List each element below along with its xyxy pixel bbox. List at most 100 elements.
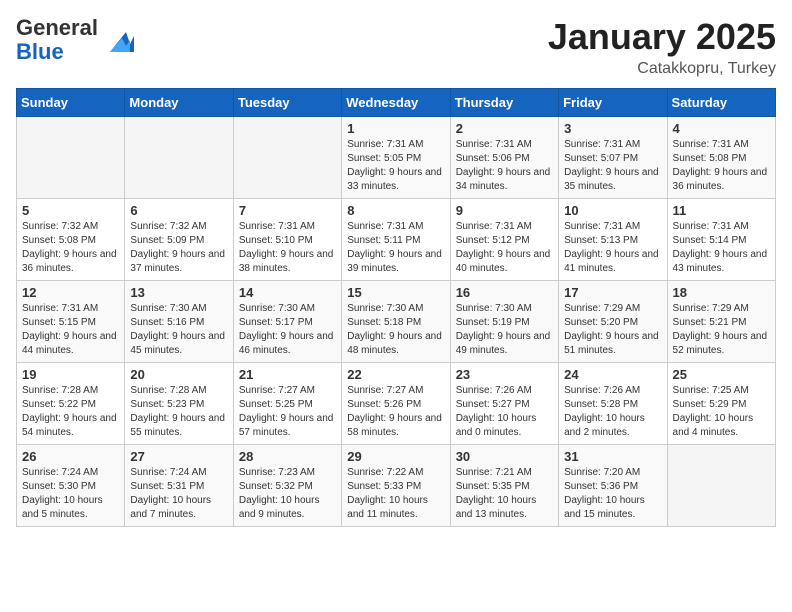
cell-info: Sunrise: 7:32 AM Sunset: 5:08 PM Dayligh… <box>22 220 119 276</box>
logo-blue: Blue <box>16 39 64 64</box>
title-block: January 2025 Catakkopru, Turkey <box>548 16 776 78</box>
day-number: 23 <box>456 367 553 382</box>
day-number: 2 <box>456 121 553 136</box>
calendar-cell: 15 Sunrise: 7:30 AM Sunset: 5:18 PM Dayli… <box>342 281 450 363</box>
calendar-cell <box>17 117 125 199</box>
calendar-cell: 26Sunrise: 7:24 AM Sunset: 5:30 PM Dayli… <box>17 445 125 527</box>
day-number: 1 <box>347 121 444 136</box>
cell-info: Sunrise: 7:31 AM Sunset: 5:06 PM Dayligh… <box>456 138 553 194</box>
day-number: 29 <box>347 449 444 464</box>
day-number: 4 <box>673 121 770 136</box>
calendar-cell: 31 Sunrise: 7:20 AM Sunset: 5:36 PM Dayli… <box>559 445 667 527</box>
day-number: 30 <box>456 449 553 464</box>
calendar-cell: 1 Sunrise: 7:31 AM Sunset: 5:05 PM Daylig… <box>342 117 450 199</box>
day-number: 11 <box>673 203 770 218</box>
calendar-cell: 22 Sunrise: 7:27 AM Sunset: 5:26 PM Dayli… <box>342 363 450 445</box>
weekday-header: Tuesday <box>233 89 341 117</box>
weekday-header: Wednesday <box>342 89 450 117</box>
weekday-header: Thursday <box>450 89 558 117</box>
page-header: General Blue January 2025 Catakkopru, Tu… <box>16 16 776 78</box>
calendar-cell: 13 Sunrise: 7:30 AM Sunset: 5:16 PM Dayli… <box>125 281 233 363</box>
calendar-body: 1 Sunrise: 7:31 AM Sunset: 5:05 PM Daylig… <box>17 117 776 527</box>
cell-info: Sunrise: 7:32 AM Sunset: 5:09 PM Dayligh… <box>130 220 227 276</box>
cell-info: Sunrise: 7:27 AM Sunset: 5:26 PM Dayligh… <box>347 384 444 440</box>
cell-info: Sunrise: 7:30 AM Sunset: 5:17 PM Dayligh… <box>239 302 336 358</box>
cell-info: Sunrise: 7:28 AM Sunset: 5:23 PM Dayligh… <box>130 384 227 440</box>
calendar-week-row: 26Sunrise: 7:24 AM Sunset: 5:30 PM Dayli… <box>17 445 776 527</box>
calendar-cell <box>667 445 775 527</box>
day-number: 7 <box>239 203 336 218</box>
cell-info: Sunrise: 7:31 AM Sunset: 5:14 PM Dayligh… <box>673 220 770 276</box>
calendar-cell: 29Sunrise: 7:22 AM Sunset: 5:33 PM Dayli… <box>342 445 450 527</box>
cell-info: Sunrise: 7:25 AM Sunset: 5:29 PM Dayligh… <box>673 384 770 440</box>
cell-info: Sunrise: 7:29 AM Sunset: 5:21 PM Dayligh… <box>673 302 770 358</box>
calendar-cell: 6 Sunrise: 7:32 AM Sunset: 5:09 PM Daylig… <box>125 199 233 281</box>
cell-info: Sunrise: 7:30 AM Sunset: 5:16 PM Dayligh… <box>130 302 227 358</box>
cell-info: Sunrise: 7:31 AM Sunset: 5:05 PM Dayligh… <box>347 138 444 194</box>
cell-info: Sunrise: 7:24 AM Sunset: 5:31 PM Dayligh… <box>130 466 227 522</box>
calendar-header: SundayMondayTuesdayWednesdayThursdayFrid… <box>17 89 776 117</box>
cell-info: Sunrise: 7:31 AM Sunset: 5:13 PM Dayligh… <box>564 220 661 276</box>
day-number: 18 <box>673 285 770 300</box>
day-number: 13 <box>130 285 227 300</box>
weekday-header: Monday <box>125 89 233 117</box>
calendar-cell <box>125 117 233 199</box>
logo: General Blue <box>16 16 134 64</box>
calendar-cell: 30Sunrise: 7:21 AM Sunset: 5:35 PM Dayli… <box>450 445 558 527</box>
calendar-cell: 27 Sunrise: 7:24 AM Sunset: 5:31 PM Dayli… <box>125 445 233 527</box>
calendar-cell: 28 Sunrise: 7:23 AM Sunset: 5:32 PM Dayli… <box>233 445 341 527</box>
cell-info: Sunrise: 7:31 AM Sunset: 5:10 PM Dayligh… <box>239 220 336 276</box>
day-number: 12 <box>22 285 119 300</box>
day-number: 22 <box>347 367 444 382</box>
calendar-cell: 20Sunrise: 7:28 AM Sunset: 5:23 PM Dayli… <box>125 363 233 445</box>
calendar-cell: 23Sunrise: 7:26 AM Sunset: 5:27 PM Dayli… <box>450 363 558 445</box>
weekday-header: Sunday <box>17 89 125 117</box>
day-number: 10 <box>564 203 661 218</box>
calendar-cell: 11 Sunrise: 7:31 AM Sunset: 5:14 PM Dayli… <box>667 199 775 281</box>
calendar-cell: 16Sunrise: 7:30 AM Sunset: 5:19 PM Dayli… <box>450 281 558 363</box>
calendar-cell: 4 Sunrise: 7:31 AM Sunset: 5:08 PM Daylig… <box>667 117 775 199</box>
location-title: Catakkopru, Turkey <box>548 60 776 78</box>
day-number: 8 <box>347 203 444 218</box>
calendar-cell: 3 Sunrise: 7:31 AM Sunset: 5:07 PM Daylig… <box>559 117 667 199</box>
calendar-cell: 5 Sunrise: 7:32 AM Sunset: 5:08 PM Daylig… <box>17 199 125 281</box>
cell-info: Sunrise: 7:31 AM Sunset: 5:15 PM Dayligh… <box>22 302 119 358</box>
calendar-week-row: 5 Sunrise: 7:32 AM Sunset: 5:08 PM Daylig… <box>17 199 776 281</box>
cell-info: Sunrise: 7:28 AM Sunset: 5:22 PM Dayligh… <box>22 384 119 440</box>
cell-info: Sunrise: 7:31 AM Sunset: 5:11 PM Dayligh… <box>347 220 444 276</box>
calendar-cell: 2 Sunrise: 7:31 AM Sunset: 5:06 PM Daylig… <box>450 117 558 199</box>
cell-info: Sunrise: 7:26 AM Sunset: 5:28 PM Dayligh… <box>564 384 661 440</box>
calendar-table: SundayMondayTuesdayWednesdayThursdayFrid… <box>16 88 776 527</box>
cell-info: Sunrise: 7:23 AM Sunset: 5:32 PM Dayligh… <box>239 466 336 522</box>
weekday-header: Friday <box>559 89 667 117</box>
day-number: 3 <box>564 121 661 136</box>
day-number: 6 <box>130 203 227 218</box>
calendar-cell: 8 Sunrise: 7:31 AM Sunset: 5:11 PM Daylig… <box>342 199 450 281</box>
cell-info: Sunrise: 7:31 AM Sunset: 5:07 PM Dayligh… <box>564 138 661 194</box>
day-number: 17 <box>564 285 661 300</box>
day-number: 19 <box>22 367 119 382</box>
cell-info: Sunrise: 7:29 AM Sunset: 5:20 PM Dayligh… <box>564 302 661 358</box>
day-number: 14 <box>239 285 336 300</box>
logo-icon <box>102 24 134 56</box>
day-number: 5 <box>22 203 119 218</box>
cell-info: Sunrise: 7:31 AM Sunset: 5:12 PM Dayligh… <box>456 220 553 276</box>
day-number: 9 <box>456 203 553 218</box>
cell-info: Sunrise: 7:31 AM Sunset: 5:08 PM Dayligh… <box>673 138 770 194</box>
cell-info: Sunrise: 7:20 AM Sunset: 5:36 PM Dayligh… <box>564 466 661 522</box>
logo-general: General <box>16 15 98 40</box>
calendar-cell: 17 Sunrise: 7:29 AM Sunset: 5:20 PM Dayli… <box>559 281 667 363</box>
cell-info: Sunrise: 7:27 AM Sunset: 5:25 PM Dayligh… <box>239 384 336 440</box>
calendar-cell: 19 Sunrise: 7:28 AM Sunset: 5:22 PM Dayli… <box>17 363 125 445</box>
calendar-cell: 21Sunrise: 7:27 AM Sunset: 5:25 PM Dayli… <box>233 363 341 445</box>
day-number: 28 <box>239 449 336 464</box>
day-number: 15 <box>347 285 444 300</box>
cell-info: Sunrise: 7:24 AM Sunset: 5:30 PM Dayligh… <box>22 466 119 522</box>
day-number: 27 <box>130 449 227 464</box>
day-number: 31 <box>564 449 661 464</box>
calendar-cell: 7 Sunrise: 7:31 AM Sunset: 5:10 PM Daylig… <box>233 199 341 281</box>
calendar-cell <box>233 117 341 199</box>
calendar-cell: 10 Sunrise: 7:31 AM Sunset: 5:13 PM Dayli… <box>559 199 667 281</box>
calendar-cell: 9 Sunrise: 7:31 AM Sunset: 5:12 PM Daylig… <box>450 199 558 281</box>
cell-info: Sunrise: 7:30 AM Sunset: 5:18 PM Dayligh… <box>347 302 444 358</box>
